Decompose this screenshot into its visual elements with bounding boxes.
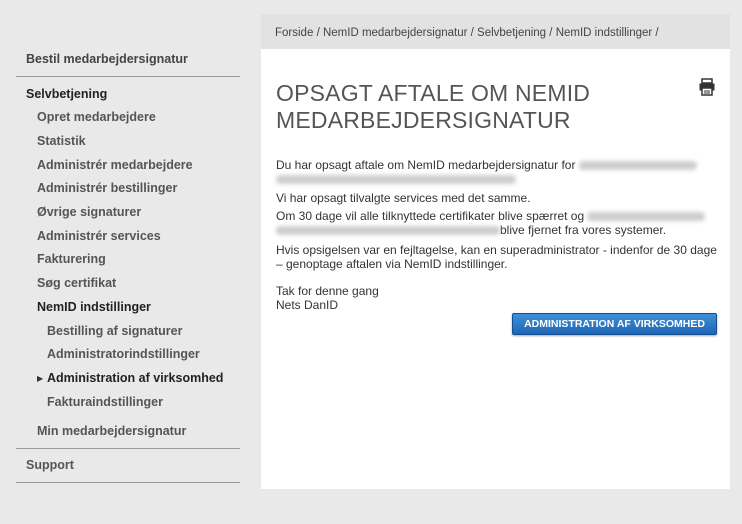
- sidebar-subitem-company-admin[interactable]: Administration af virksomhed: [47, 371, 223, 385]
- message-paragraph-3: Om 30 dage vil alle tilknyttede certifik…: [276, 209, 721, 237]
- breadcrumb-separator: /: [316, 27, 320, 39]
- redacted-company-name: [578, 161, 697, 171]
- sidebar-item-create-employees[interactable]: Opret medarbejdere: [37, 110, 156, 124]
- message-paragraph-2: Vi har opsagt tilvalgte services med det…: [276, 191, 531, 205]
- print-icon[interactable]: [698, 78, 716, 96]
- divider: [16, 448, 240, 449]
- redacted-company-name: [587, 212, 706, 222]
- divider: [16, 76, 240, 77]
- breadcrumb-item-nemid-settings[interactable]: NemID indstillinger: [556, 27, 653, 39]
- sign-off-line-2: Nets DanID: [276, 298, 339, 312]
- sidebar-item-manage-employees[interactable]: Administrér medarbejdere: [37, 158, 193, 172]
- divider: [16, 482, 240, 483]
- sidebar-item-search-certificate[interactable]: Søg certifikat: [37, 276, 116, 290]
- breadcrumb: Forside / NemID medarbejdersignatur / Se…: [275, 27, 659, 39]
- arrow-right-icon: ▶: [37, 374, 44, 383]
- sidebar: Bestil medarbejdersignatur Selvbetjening…: [16, 14, 240, 494]
- message-text: Du har opsagt aftale om NemID medarbejde…: [276, 158, 576, 172]
- message-text: Om 30 dage vil alle tilknyttede certifik…: [276, 209, 585, 223]
- breadcrumb-item-selfservice[interactable]: Selvbetjening: [477, 27, 546, 39]
- redacted-company-details: [276, 226, 500, 236]
- page-title: OPSAGT AFTALE OM NEMID MEDARBEJDERSIGNAT…: [276, 80, 591, 133]
- sign-off-line-1: Tak for denne gang: [276, 284, 379, 298]
- sidebar-subitem-order-signatures[interactable]: Bestilling af signaturer: [47, 324, 182, 338]
- sidebar-item-invoicing[interactable]: Fakturering: [37, 252, 106, 266]
- breadcrumb-separator: /: [470, 27, 474, 39]
- sidebar-subitem-invoice-settings[interactable]: Fakturaindstillinger: [47, 395, 163, 409]
- breadcrumb-item-home[interactable]: Forside: [275, 27, 313, 39]
- breadcrumb-separator: /: [655, 27, 659, 39]
- message-text: blive fjernet fra vores systemer.: [500, 223, 667, 237]
- sidebar-subitem-admin-settings[interactable]: Administratorindstillinger: [47, 347, 200, 361]
- sidebar-item-nemid-settings[interactable]: NemID indstillinger: [37, 300, 151, 314]
- sidebar-item-statistics[interactable]: Statistik: [37, 134, 86, 148]
- breadcrumb-item-nemid[interactable]: NemID medarbejdersignatur: [323, 27, 467, 39]
- breadcrumb-separator: /: [549, 27, 553, 39]
- sidebar-item-other-signatures[interactable]: Øvrige signaturer: [37, 205, 141, 219]
- sidebar-item-manage-orders[interactable]: Administrér bestillinger: [37, 181, 177, 195]
- sidebar-item-order-signature[interactable]: Bestil medarbejdersignatur: [26, 52, 188, 66]
- message-paragraph-1: Du har opsagt aftale om NemID medarbejde…: [276, 158, 721, 186]
- company-administration-button[interactable]: ADMINISTRATION AF VIRKSOMHED: [512, 313, 717, 335]
- message-paragraph-4: Hvis opsigelsen var en fejltagelse, kan …: [276, 243, 717, 271]
- sidebar-item-manage-services[interactable]: Administrér services: [37, 229, 161, 243]
- sidebar-item-selfservice[interactable]: Selvbetjening: [26, 87, 107, 101]
- redacted-company-details: [276, 175, 516, 185]
- sidebar-item-my-signature[interactable]: Min medarbejdersignatur: [37, 424, 186, 438]
- main-panel: Forside / NemID medarbejdersignatur / Se…: [261, 14, 730, 489]
- breadcrumb-bar: Forside / NemID medarbejdersignatur / Se…: [261, 14, 730, 49]
- sidebar-item-support[interactable]: Support: [26, 458, 74, 472]
